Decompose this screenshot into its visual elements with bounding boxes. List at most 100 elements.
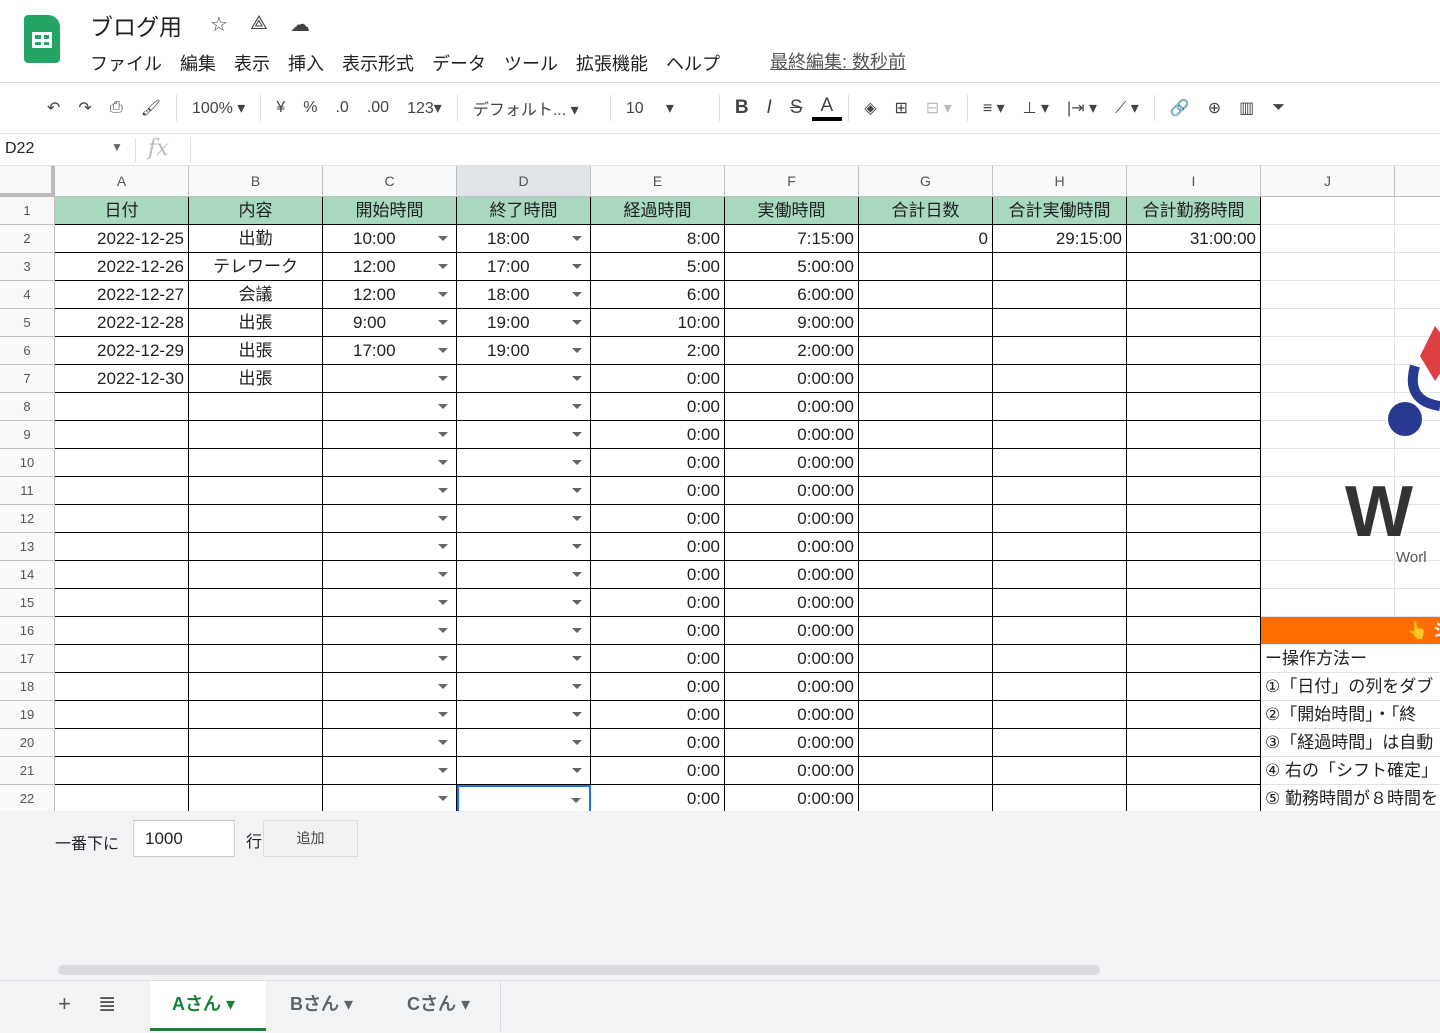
- dropdown-arrow-icon[interactable]: [572, 348, 582, 353]
- cell[interactable]: 12:00: [323, 281, 457, 309]
- sheet-tab-a[interactable]: Aさん ▾: [150, 981, 266, 1031]
- cell[interactable]: 0:00: [591, 757, 725, 785]
- dropdown-arrow-icon[interactable]: [438, 432, 448, 437]
- cell[interactable]: 10:00: [591, 309, 725, 337]
- row-header[interactable]: 9: [0, 421, 55, 449]
- cell[interactable]: [993, 449, 1127, 477]
- cell[interactable]: [55, 701, 189, 729]
- row-header[interactable]: 15: [0, 589, 55, 617]
- cell[interactable]: [457, 701, 591, 729]
- add-sheet-icon[interactable]: +: [58, 991, 71, 1017]
- font-select[interactable]: デフォルト... ▾: [464, 96, 604, 120]
- borders-icon[interactable]: ⊞: [886, 98, 917, 118]
- cell[interactable]: [323, 617, 457, 645]
- cell[interactable]: [323, 477, 457, 505]
- dropdown-arrow-icon[interactable]: [572, 264, 582, 269]
- cell[interactable]: [993, 337, 1127, 365]
- dropdown-arrow-icon[interactable]: [438, 600, 448, 605]
- star-icon[interactable]: ☆: [210, 12, 228, 37]
- cell[interactable]: [323, 589, 457, 617]
- cell[interactable]: 0:00:00: [725, 785, 859, 813]
- cell[interactable]: 0:00:00: [725, 365, 859, 393]
- cell[interactable]: [859, 645, 993, 673]
- column-header-j[interactable]: J: [1261, 166, 1395, 197]
- cell[interactable]: [1261, 197, 1395, 225]
- cell[interactable]: [323, 785, 457, 813]
- cell[interactable]: [1395, 589, 1440, 617]
- cell[interactable]: [457, 533, 591, 561]
- cell[interactable]: 0:00:00: [725, 645, 859, 673]
- cell[interactable]: [189, 533, 323, 561]
- cell[interactable]: 出張: [189, 309, 323, 337]
- menu-item[interactable]: 表示: [234, 50, 270, 76]
- dropdown-arrow-icon[interactable]: [572, 572, 582, 577]
- cell[interactable]: [1127, 505, 1261, 533]
- cell[interactable]: 2022-12-27: [55, 281, 189, 309]
- dropdown-arrow-icon[interactable]: [438, 740, 448, 745]
- cell[interactable]: [189, 421, 323, 449]
- cell[interactable]: [1127, 617, 1261, 645]
- cell[interactable]: [1127, 281, 1261, 309]
- redo-icon[interactable]: ↷: [69, 98, 100, 118]
- cell[interactable]: [457, 365, 591, 393]
- cell[interactable]: [993, 589, 1127, 617]
- cell[interactable]: [1261, 225, 1395, 253]
- cell[interactable]: [993, 729, 1127, 757]
- cell[interactable]: [189, 729, 323, 757]
- dropdown-arrow-icon[interactable]: [438, 656, 448, 661]
- column-header-e[interactable]: E: [591, 166, 725, 197]
- header-cell[interactable]: 日付: [55, 197, 189, 225]
- cell[interactable]: [457, 421, 591, 449]
- cell[interactable]: 2022-12-25: [55, 225, 189, 253]
- row-header[interactable]: 1: [0, 197, 55, 225]
- cell[interactable]: [859, 673, 993, 701]
- cell[interactable]: 29:15:00: [993, 225, 1127, 253]
- cell[interactable]: 0:00: [591, 365, 725, 393]
- cell[interactable]: [457, 561, 591, 589]
- cell[interactable]: [859, 701, 993, 729]
- increase-decimal-button[interactable]: .00: [358, 99, 398, 117]
- cell[interactable]: 17:00: [323, 337, 457, 365]
- dropdown-arrow-icon[interactable]: [572, 768, 582, 773]
- dropdown-arrow-icon[interactable]: [438, 460, 448, 465]
- print-icon[interactable]: ⎙: [101, 99, 132, 117]
- row-header[interactable]: 6: [0, 337, 55, 365]
- cell[interactable]: 0:00: [591, 533, 725, 561]
- column-header-h[interactable]: H: [993, 166, 1127, 197]
- dropdown-arrow-icon[interactable]: [572, 404, 582, 409]
- cell[interactable]: [993, 701, 1127, 729]
- dropdown-arrow-icon[interactable]: [572, 684, 582, 689]
- cell[interactable]: 0:00:00: [725, 393, 859, 421]
- selected-cell[interactable]: [457, 785, 591, 813]
- dropdown-arrow-icon[interactable]: [572, 600, 582, 605]
- cell[interactable]: [1395, 225, 1440, 253]
- cell[interactable]: [323, 757, 457, 785]
- filter-icon[interactable]: ⏷: [1263, 99, 1294, 117]
- cell[interactable]: 0:00: [591, 673, 725, 701]
- dropdown-arrow-icon[interactable]: [438, 684, 448, 689]
- cell[interactable]: [323, 645, 457, 673]
- dropdown-arrow-icon[interactable]: [438, 796, 448, 801]
- cell[interactable]: [457, 729, 591, 757]
- header-cell[interactable]: 実働時間: [725, 197, 859, 225]
- cell[interactable]: 0:00:00: [725, 729, 859, 757]
- cell[interactable]: [55, 645, 189, 673]
- cell[interactable]: 0:00: [591, 505, 725, 533]
- cell[interactable]: [1127, 645, 1261, 673]
- cell[interactable]: [55, 449, 189, 477]
- formula-input[interactable]: [200, 140, 1400, 162]
- row-header[interactable]: 10: [0, 449, 55, 477]
- row-header[interactable]: 5: [0, 309, 55, 337]
- currency-button[interactable]: ¥: [267, 99, 294, 117]
- cell[interactable]: [993, 561, 1127, 589]
- cell[interactable]: 0:00:00: [725, 589, 859, 617]
- cell[interactable]: [457, 617, 591, 645]
- cell[interactable]: 19:00: [457, 309, 591, 337]
- cell[interactable]: [323, 365, 457, 393]
- cell[interactable]: [1261, 589, 1395, 617]
- row-header[interactable]: 11: [0, 477, 55, 505]
- row-header[interactable]: 2: [0, 225, 55, 253]
- italic-button[interactable]: I: [758, 97, 781, 119]
- cell[interactable]: [993, 365, 1127, 393]
- dropdown-arrow-icon[interactable]: [572, 628, 582, 633]
